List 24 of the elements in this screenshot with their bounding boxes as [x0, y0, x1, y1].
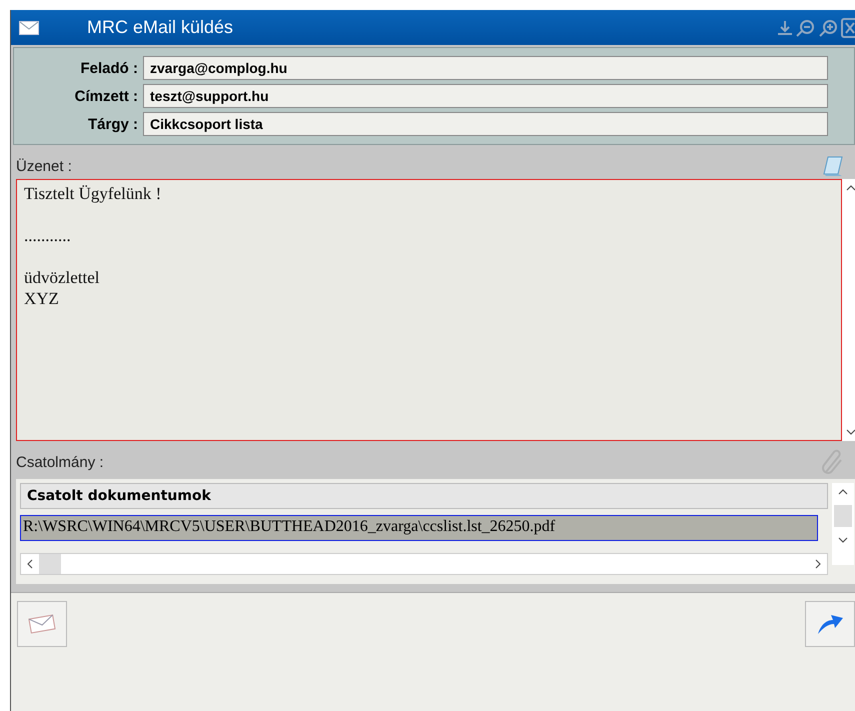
send-mail-button[interactable] [17, 601, 67, 647]
input-field[interactable]: Cikkcsoport lista [143, 112, 828, 136]
field-label: Címzett : [74, 88, 139, 104]
message-label: Üzenet : [16, 158, 72, 174]
field-label: Tárgy : [86, 116, 139, 132]
close-icon[interactable] [841, 18, 855, 38]
scrollbar-thumb[interactable] [834, 505, 852, 527]
column-header[interactable]: Csatolt dokumentumok [20, 483, 828, 509]
exit-button[interactable] [805, 601, 855, 647]
table-row[interactable]: R:\WSRC\WIN64\MRCV5\USER\BUTTHEAD2016_zvarga\ccslist.lst_26250.pdf [20, 515, 818, 541]
vertical-scrollbar[interactable] [832, 483, 854, 565]
zoom-out-icon[interactable] [795, 18, 817, 36]
zoom-in-icon[interactable] [818, 18, 840, 36]
window-title: MRC eMail küldés [87, 17, 234, 38]
envelope-icon [19, 20, 39, 34]
scrollbar-thumb[interactable] [39, 554, 61, 574]
field-label: Feladó : [79, 60, 139, 76]
message-field[interactable]: Tisztelt Ügyfelünk ! ........... üdvözlettel XYZ [16, 179, 842, 441]
vertical-scrollbar[interactable] [842, 179, 855, 441]
attachment-label: Csatolmány : [16, 454, 104, 470]
download-icon[interactable] [776, 18, 794, 36]
horizontal-scrollbar[interactable] [20, 553, 828, 575]
input-field[interactable]: teszt@support.hu [143, 84, 828, 108]
input-field[interactable]: zvarga@complog.hu [143, 56, 828, 80]
